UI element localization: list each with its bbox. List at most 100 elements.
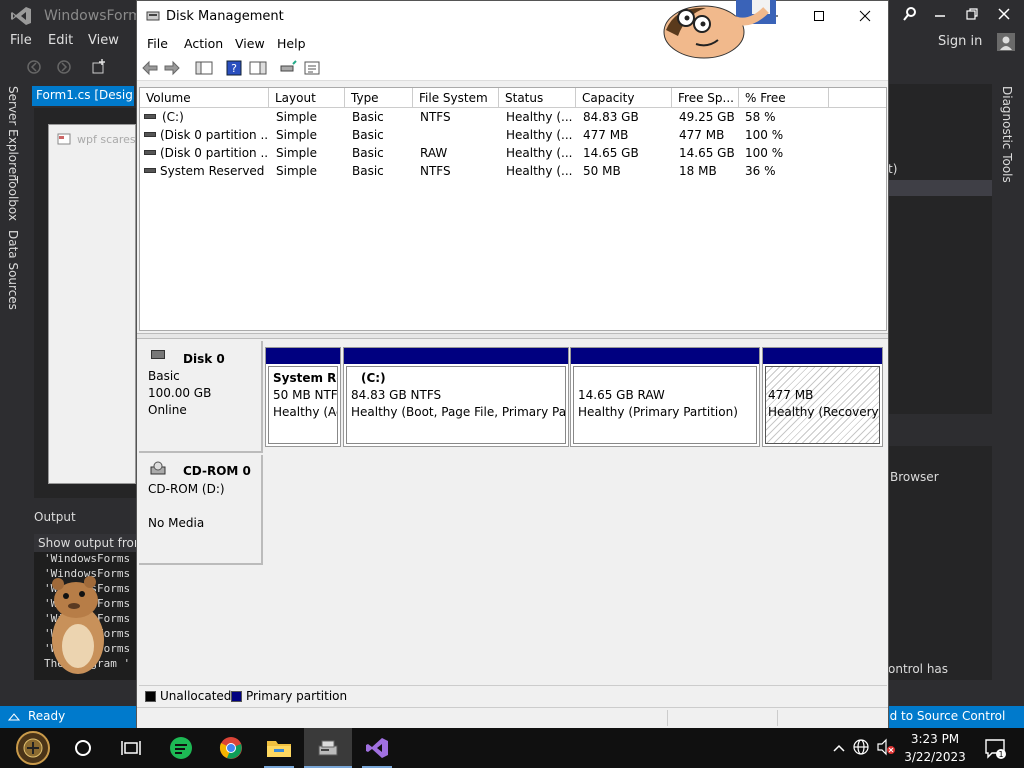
column-free-space[interactable]: Free Sp... xyxy=(672,88,739,108)
diagnostic-tools-tab[interactable]: Diagnostic Tools xyxy=(1000,86,1014,183)
notifications-icon[interactable]: 1 xyxy=(984,738,1008,760)
volume-muted-icon[interactable] xyxy=(876,738,896,756)
partition-raw[interactable]: 14.65 GB RAW Healthy (Primary Partition) xyxy=(570,347,760,447)
forward-arrow-icon[interactable] xyxy=(163,60,181,76)
vs-solution-panel: t) xyxy=(888,84,992,414)
column-percent-free[interactable]: % Free xyxy=(739,88,829,108)
column-status[interactable]: Status xyxy=(499,88,576,108)
help-icon[interactable]: ? xyxy=(225,60,243,76)
cell-free-space: 477 MB xyxy=(679,128,725,142)
close-icon[interactable] xyxy=(996,6,1012,22)
toolbox-tab[interactable]: Toolbox xyxy=(6,176,20,221)
dm-close-button[interactable] xyxy=(842,1,888,31)
back-arrow-icon[interactable] xyxy=(141,60,159,76)
cell-type: Basic xyxy=(352,164,384,178)
partition-system-reserved[interactable]: System Re 50 MB NTF Healthy (Ac xyxy=(265,347,341,447)
account-icon[interactable] xyxy=(996,32,1016,52)
show-hidden-icons-chevron-icon[interactable] xyxy=(832,742,846,754)
forward-icon[interactable] xyxy=(56,59,72,75)
search-icon[interactable] xyxy=(902,6,918,22)
partition-c-drive[interactable]: (C:) 84.83 GB NTFS Healthy (Boot, Page F… xyxy=(343,347,569,447)
partition-size: 477 MB xyxy=(768,388,814,402)
task-view-button[interactable] xyxy=(116,734,146,762)
taskbar-file-explorer[interactable] xyxy=(264,734,294,768)
show-hide-action-pane-icon[interactable] xyxy=(249,60,267,76)
volume-row[interactable]: (Disk 0 partition ... Simple Basic Healt… xyxy=(140,126,886,144)
volume-row[interactable]: (C:) Simple Basic NTFS Healthy (... 84.8… xyxy=(140,108,886,126)
partition-recovery[interactable]: 477 MB Healthy (Recovery P xyxy=(762,347,883,447)
add-to-source-control[interactable]: dd to Source Control xyxy=(882,709,1005,723)
cortana-button[interactable] xyxy=(68,734,98,762)
cell-layout: Simple xyxy=(276,146,317,160)
data-sources-tab[interactable]: Data Sources xyxy=(6,230,20,310)
connect-drive-icon[interactable] xyxy=(279,60,297,76)
close-icon xyxy=(859,10,871,22)
disk-0-info[interactable]: Disk 0 Basic 100.00 GB Online xyxy=(139,341,263,453)
output-panel-title: Output xyxy=(34,510,76,524)
network-globe-icon[interactable] xyxy=(852,738,870,756)
browser-label: Browser xyxy=(890,470,939,484)
vs-menu-edit[interactable]: Edit xyxy=(48,33,73,48)
clock-date: 3/22/2023 xyxy=(904,750,966,764)
cell-capacity: 14.65 GB xyxy=(583,146,639,160)
properties-icon[interactable] xyxy=(303,60,321,76)
column-volume[interactable]: Volume xyxy=(140,88,269,108)
server-explorer-tab[interactable]: Server Explorer xyxy=(6,86,20,179)
visual-studio-logo-icon xyxy=(11,7,31,25)
legend-primary-partition: Primary partition xyxy=(246,689,348,703)
volume-row[interactable]: System Reserved ... Simple Basic NTFS He… xyxy=(140,162,886,180)
maximize-icon xyxy=(814,11,824,21)
cell-status: Healthy (... xyxy=(506,146,573,160)
cell-free-space: 14.65 GB xyxy=(679,146,735,160)
right-panel-text: t) xyxy=(888,162,898,176)
svg-text:?: ? xyxy=(231,62,237,75)
form-title: wpf scares xyxy=(77,133,136,146)
start-button[interactable] xyxy=(10,730,56,766)
cell-status: Healthy (... xyxy=(506,128,573,142)
sign-in-link[interactable]: Sign in xyxy=(938,34,982,49)
cell-percent-free: 100 % xyxy=(745,146,784,160)
form1-design-tab[interactable]: Form1.cs [Design] xyxy=(32,86,134,106)
partition-status: Healthy (Boot, Page File, Primary Part xyxy=(351,405,566,419)
menu-view[interactable]: View xyxy=(235,36,265,51)
pane-splitter[interactable] xyxy=(137,333,888,339)
column-layout[interactable]: Layout xyxy=(269,88,345,108)
menu-action[interactable]: Action xyxy=(184,36,223,51)
chrome-icon xyxy=(219,737,242,759)
cell-percent-free: 36 % xyxy=(745,164,776,178)
folder-icon xyxy=(267,741,291,757)
right-panel-text2: ontrol has xyxy=(888,662,949,676)
column-type[interactable]: Type xyxy=(345,88,413,108)
partition-bar xyxy=(344,348,568,364)
taskbar-disk-management[interactable] xyxy=(304,728,352,768)
taskbar-app-green[interactable] xyxy=(166,734,196,762)
cdrom-0-info[interactable]: CD-ROM 0 CD-ROM (D:) No Media xyxy=(139,455,263,565)
show-hide-console-tree-icon[interactable] xyxy=(195,60,213,76)
taskbar-chrome[interactable] xyxy=(216,734,246,762)
volume-icon xyxy=(144,114,156,119)
volume-icon xyxy=(144,150,156,155)
new-project-icon[interactable] xyxy=(90,58,108,76)
volume-list-header: Volume Layout Type File System Status Ca… xyxy=(140,88,886,108)
cell-type: Basic xyxy=(352,110,384,124)
menu-file[interactable]: File xyxy=(147,36,168,51)
partition-status: Healthy (Recovery P xyxy=(768,405,880,419)
restore-icon[interactable] xyxy=(964,6,980,22)
partition-body: 14.65 GB RAW Healthy (Primary Partition) xyxy=(573,366,757,444)
taskbar-clock[interactable]: 3:23 PM 3/22/2023 xyxy=(898,730,972,766)
designer-form[interactable]: wpf scares xyxy=(48,124,136,484)
dm-maximize-button[interactable] xyxy=(796,1,842,31)
vs-menu-file[interactable]: File xyxy=(10,33,32,48)
taskbar-visual-studio[interactable] xyxy=(362,734,392,768)
window-title: Disk Management xyxy=(166,9,284,24)
back-icon[interactable] xyxy=(26,59,42,75)
volume-icon xyxy=(144,168,156,173)
column-file-system[interactable]: File System xyxy=(413,88,499,108)
minimize-icon[interactable] xyxy=(932,6,948,22)
menu-help[interactable]: Help xyxy=(277,36,306,51)
show-output-from-label: Show output from xyxy=(34,534,136,552)
column-capacity[interactable]: Capacity xyxy=(576,88,672,108)
vs-menu-view[interactable]: View xyxy=(88,33,119,48)
cell-file-system: NTFS xyxy=(420,164,451,178)
volume-row[interactable]: (Disk 0 partition ... Simple Basic RAW H… xyxy=(140,144,886,162)
